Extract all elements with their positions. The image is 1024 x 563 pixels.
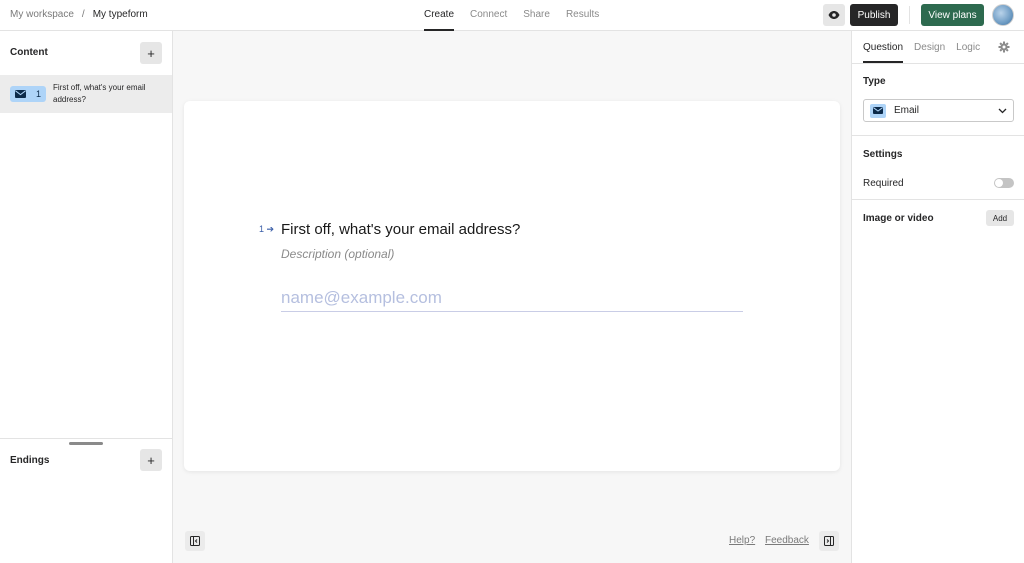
- settings-label: Settings: [863, 149, 903, 160]
- tab-design[interactable]: Design: [914, 31, 945, 63]
- question-number: 1: [35, 89, 41, 99]
- publish-button[interactable]: Publish: [850, 4, 898, 26]
- gear-icon[interactable]: [998, 41, 1010, 53]
- endings-title: Endings: [10, 455, 50, 466]
- panel-divider: [852, 199, 1024, 200]
- breadcrumb-workspace[interactable]: My workspace: [10, 9, 74, 20]
- preview-button[interactable]: [823, 4, 845, 26]
- sidebar-divider: [0, 438, 172, 439]
- panel-right-icon: [824, 536, 834, 546]
- question-type-badge: 1: [10, 86, 46, 102]
- chevron-down-icon: [998, 108, 1007, 113]
- add-ending-button[interactable]: +: [140, 449, 162, 471]
- required-toggle[interactable]: [994, 178, 1014, 188]
- collapse-right-panel-button[interactable]: [819, 531, 839, 551]
- content-sidebar: Content + 1 First off, what's your email…: [0, 31, 173, 563]
- question-number-label: 1 ➔: [259, 224, 274, 235]
- panel-divider: [852, 63, 1024, 64]
- content-title: Content: [10, 47, 48, 58]
- tab-logic[interactable]: Logic: [956, 31, 980, 63]
- help-link[interactable]: Help?: [729, 535, 755, 546]
- editor-canvas: 1 ➔ First off, what's your email address…: [173, 31, 851, 563]
- type-icon: [870, 103, 886, 118]
- question-list-item[interactable]: 1 First off, what's your email address?: [0, 75, 172, 113]
- arrow-right-icon: ➔: [264, 224, 275, 234]
- question-type-select[interactable]: Email: [863, 99, 1014, 122]
- avatar[interactable]: [992, 4, 1014, 26]
- main-tabs: Create Connect Share Results: [424, 0, 599, 31]
- add-question-button[interactable]: +: [140, 42, 162, 64]
- type-label: Type: [863, 76, 886, 87]
- settings-panel: Question Design Logic Type Email Setting…: [851, 31, 1024, 563]
- question-description[interactable]: Description (optional): [281, 247, 394, 261]
- tab-create[interactable]: Create: [424, 0, 455, 31]
- required-label: Required: [863, 178, 904, 189]
- breadcrumb: My workspace / My typeform: [10, 9, 148, 20]
- toggle-knob: [995, 179, 1003, 187]
- view-plans-button[interactable]: View plans: [921, 4, 984, 26]
- top-bar: My workspace / My typeform Create Connec…: [0, 0, 1024, 31]
- resize-handle[interactable]: [69, 442, 103, 445]
- image-or-video-label: Image or video: [863, 213, 934, 224]
- header-divider: [909, 6, 910, 24]
- collapse-left-panel-button[interactable]: [185, 531, 205, 551]
- type-value: Email: [894, 105, 920, 116]
- add-media-button[interactable]: Add: [986, 210, 1014, 226]
- question-list-label: First off, what's your email address?: [53, 83, 146, 104]
- feedback-link[interactable]: Feedback: [765, 535, 809, 546]
- tab-share[interactable]: Share: [523, 0, 550, 31]
- tab-question[interactable]: Question: [863, 31, 904, 63]
- eye-icon: [828, 11, 840, 19]
- panel-left-icon: [190, 536, 200, 546]
- question-card: 1 ➔ First off, what's your email address…: [184, 101, 840, 471]
- question-title[interactable]: First off, what's your email address?: [281, 221, 520, 238]
- panel-tabs: Question Design Logic: [863, 31, 980, 63]
- envelope-icon: [873, 107, 883, 114]
- email-answer-field[interactable]: [281, 285, 743, 312]
- breadcrumb-form[interactable]: My typeform: [93, 9, 148, 20]
- tab-results[interactable]: Results: [566, 0, 599, 31]
- envelope-icon: [15, 90, 26, 98]
- tab-connect[interactable]: Connect: [470, 0, 507, 31]
- breadcrumb-separator: /: [81, 9, 85, 20]
- panel-divider: [852, 135, 1024, 136]
